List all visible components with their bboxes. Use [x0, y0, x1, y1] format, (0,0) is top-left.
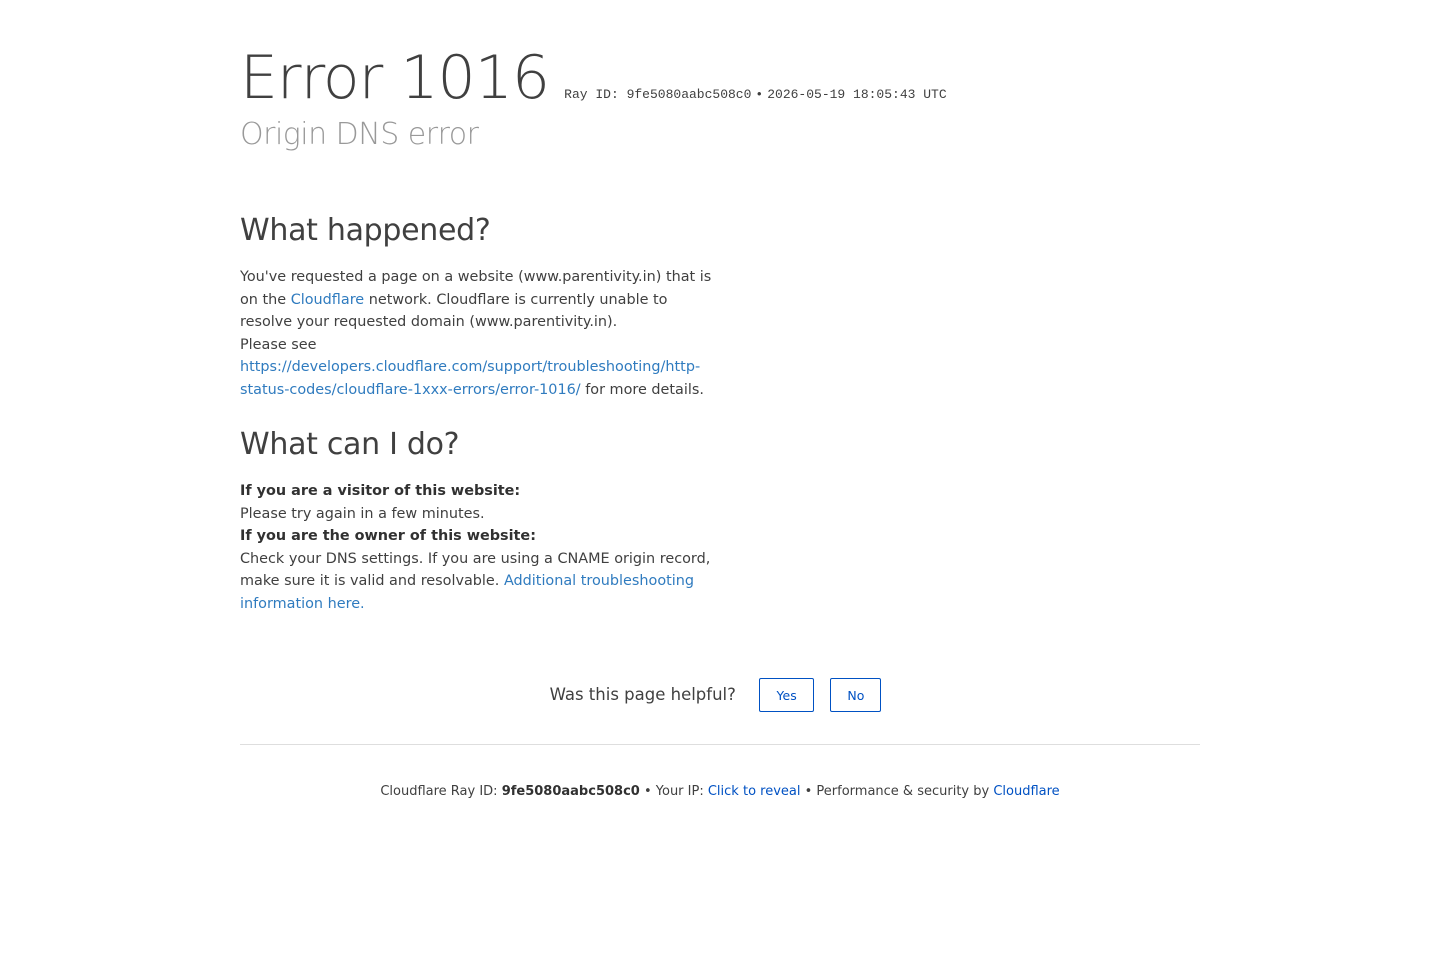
- footer-divider: [240, 744, 1200, 745]
- error-header: Error 1016 Ray ID: 9fe5080aabc508c0 • 2026…: [240, 36, 947, 120]
- footer-ray-id: 9fe5080aabc508c0: [501, 784, 640, 799]
- feedback-no-button[interactable]: No: [830, 678, 882, 712]
- reveal-ip-link[interactable]: Click to reveal: [708, 784, 801, 799]
- ray-id-label: Ray ID: 9fe5080aabc508c0: [564, 87, 752, 102]
- cloudflare-link[interactable]: Cloudflare: [291, 292, 364, 308]
- footer-ip-label: • Your IP:: [639, 784, 708, 799]
- footer-cloudflare-link[interactable]: Cloudflare: [993, 784, 1059, 799]
- feedback-question: Was this page helpful?: [549, 685, 736, 704]
- what-can-i-do-section: What can I do? If you are a visitor of t…: [240, 422, 720, 615]
- ray-meta: Ray ID: 9fe5080aabc508c0 • 2026-05-19 18:0…: [564, 87, 946, 102]
- error-title: Error 1016: [240, 43, 550, 113]
- footer: Cloudflare Ray ID: 9fe5080aabc508c0 • Yo…: [240, 784, 1200, 799]
- footer-performance-label: • Performance & security by: [800, 784, 994, 799]
- please-see-text: Please see: [240, 336, 317, 353]
- what-happened-text: You've requested a page on a website (ww…: [240, 266, 716, 401]
- visitor-label: If you are a visitor of this website:: [240, 483, 521, 499]
- owner-label: If you are the owner of this website:: [240, 528, 536, 544]
- bullet-separator: •: [755, 87, 764, 102]
- footer-ray-prefix: Cloudflare Ray ID:: [380, 784, 502, 799]
- what-can-i-do-text: If you are a visitor of this website: Ple…: [240, 480, 716, 615]
- what-happened-section: What happened? You've requested a page o…: [240, 208, 720, 401]
- feedback-bar: Was this page helpful? Yes No: [240, 678, 1200, 712]
- what-happened-heading: What happened?: [240, 213, 491, 248]
- feedback-yes-button[interactable]: Yes: [759, 678, 815, 712]
- more-details-text: for more details.: [580, 381, 704, 398]
- error-subtitle: Origin DNS error: [240, 117, 479, 152]
- visitor-text: Please try again in a few minutes.: [240, 505, 485, 522]
- what-can-i-do-heading: What can I do?: [240, 427, 460, 462]
- error-timestamp: 2026-05-19 18:05:43 UTC: [767, 87, 947, 102]
